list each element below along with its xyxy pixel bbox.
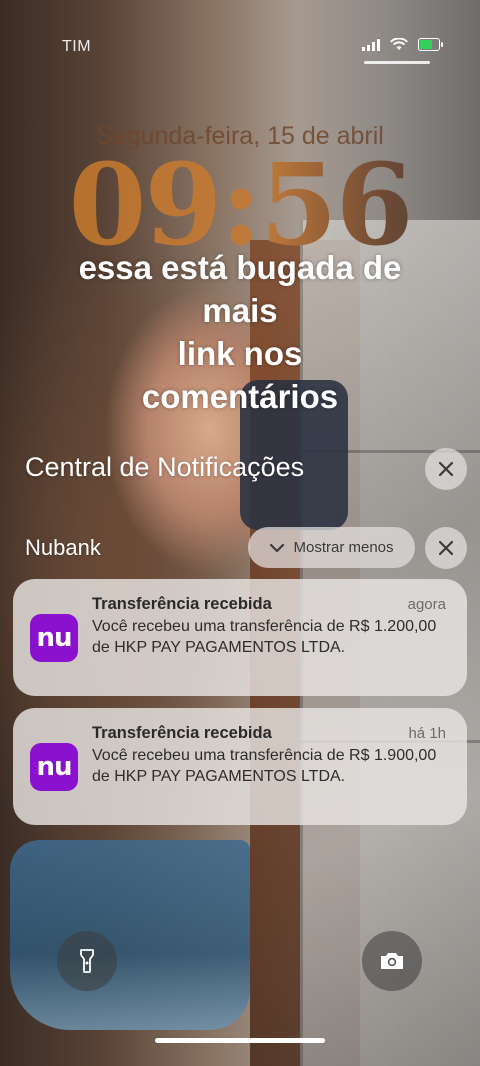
show-less-button[interactable]: Mostrar menos [248,527,415,568]
nubank-app-icon: nu [30,614,78,662]
notification-body: Você recebeu uma transferência de R$ 1.2… [92,618,437,656]
flashlight-icon [80,949,94,973]
battery-icon [418,38,443,51]
notification-title: Transferência recebida [92,595,272,613]
caption-line: link nos [177,335,303,372]
control-center-indicator[interactable] [364,61,430,64]
wallpaper-shorts [10,840,250,1030]
overlay-caption: essa está bugada de mais link nos coment… [20,246,460,418]
carrier-label: TIM [62,38,92,55]
chevron-down-icon [270,543,285,552]
show-less-label: Mostrar menos [293,539,394,556]
flashlight-button[interactable] [57,931,117,991]
notification-time: há 1h [408,725,446,742]
status-icons [362,38,443,51]
home-indicator[interactable] [155,1038,325,1043]
notification-center-title: Central de Notificações [25,452,305,482]
caption-line: mais [202,292,278,329]
camera-icon [381,953,403,969]
camera-button[interactable] [362,931,422,991]
caption-line: essa está bugada de [78,249,402,286]
signal-icon [362,38,380,51]
notification-card[interactable]: nu Transferência recebida agora Você rec… [13,579,467,696]
notification-card[interactable]: nu Transferência recebida há 1h Você rec… [13,708,467,825]
nubank-app-icon: nu [30,743,78,791]
notification-body: Você recebeu uma transferência de R$ 1.9… [92,747,437,785]
caption-line: comentários [141,378,339,415]
wifi-icon [390,38,408,50]
notification-title: Transferência recebida [92,724,272,742]
notification-group-app-name: Nubank [25,535,101,560]
clear-all-button[interactable] [425,448,467,490]
clear-group-button[interactable] [425,527,467,569]
close-icon [439,462,453,476]
notification-time: agora [407,596,446,613]
close-icon [439,541,453,555]
status-bar: TIM [0,30,480,62]
